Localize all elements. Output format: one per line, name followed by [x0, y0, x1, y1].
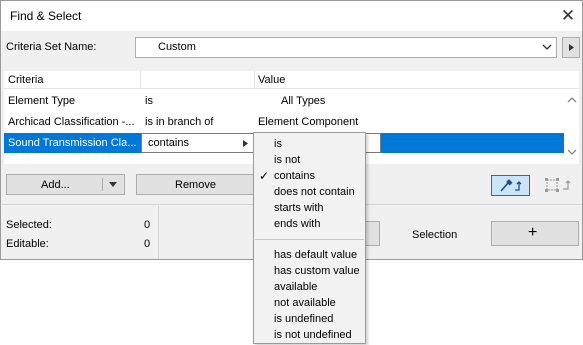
- column-divider[interactable]: [254, 71, 255, 89]
- menu-separator: [255, 239, 364, 240]
- table-row[interactable]: Archicad Classification -... is in branc…: [4, 112, 564, 132]
- row-criteria: Element Type: [8, 95, 76, 107]
- menu-item-contains[interactable]: ✓ contains: [254, 169, 365, 185]
- editable-label: Editable:: [6, 238, 49, 250]
- operator-menu: is is not ✓ contains does not contain st…: [253, 132, 366, 344]
- pick-criteria-button[interactable]: [491, 175, 530, 196]
- menu-item-has-custom-value[interactable]: has custom value: [254, 264, 365, 280]
- divider: [158, 206, 159, 259]
- menu-item-not-available[interactable]: not available: [254, 296, 365, 312]
- menu-item-is-not-undefined[interactable]: is not undefined: [254, 328, 365, 344]
- row-operator[interactable]: is in branch of: [145, 116, 213, 128]
- title-bar: Find & Select ✕: [1, 1, 582, 31]
- add-button[interactable]: Add...: [6, 174, 125, 195]
- remove-button[interactable]: Remove: [136, 174, 255, 195]
- split-divider: [102, 178, 103, 191]
- menu-item-ends-with[interactable]: ends with: [254, 217, 365, 233]
- header-value: Value: [258, 74, 286, 86]
- operator-dropdown-value: contains: [148, 137, 189, 149]
- row-value[interactable]: All Types: [281, 95, 325, 107]
- row-criteria: Archicad Classification -...: [8, 116, 135, 128]
- menu-item-has-default-value[interactable]: has default value: [254, 248, 365, 264]
- criteria-set-value: Custom: [158, 41, 196, 53]
- column-divider[interactable]: [140, 71, 141, 89]
- selected-count: 0: [144, 219, 151, 231]
- menu-item-available[interactable]: available: [254, 280, 365, 296]
- criteria-set-menu-button[interactable]: [562, 37, 580, 58]
- remove-button-label: Remove: [175, 179, 216, 191]
- vertical-scrollbar[interactable]: [565, 90, 579, 164]
- criteria-set-dropdown[interactable]: Custom: [135, 37, 557, 58]
- row-criteria: Sound Transmission Cla...: [8, 137, 137, 149]
- row-value[interactable]: Element Component: [258, 116, 358, 128]
- menu-item-is[interactable]: is: [254, 137, 365, 153]
- add-to-selection-button[interactable]: +: [491, 221, 579, 246]
- menu-item-is-undefined[interactable]: is undefined: [254, 312, 365, 328]
- marquee-select-button[interactable]: [540, 175, 580, 196]
- grid-header: Criteria Value: [4, 71, 579, 89]
- selected-label: Selected:: [6, 219, 52, 231]
- dropdown-arrow-icon[interactable]: [107, 179, 119, 190]
- scroll-up-icon[interactable]: [565, 94, 579, 106]
- close-button[interactable]: ✕: [558, 6, 578, 26]
- chevron-right-icon: [243, 140, 248, 147]
- menu-item-starts-with[interactable]: starts with: [254, 201, 365, 217]
- menu-item-is-not[interactable]: is not: [254, 153, 365, 169]
- add-button-label: Add...: [41, 179, 70, 191]
- editable-count: 0: [144, 238, 151, 250]
- operator-dropdown[interactable]: contains: [141, 133, 255, 153]
- table-row[interactable]: Element Type is All Types: [4, 91, 564, 111]
- window-title: Find & Select: [10, 9, 82, 23]
- chevron-down-icon: [542, 44, 552, 50]
- menu-item-does-not-contain[interactable]: does not contain: [254, 185, 365, 201]
- selection-label: Selection: [412, 229, 458, 241]
- checkmark-icon: ✓: [259, 169, 270, 183]
- header-criteria: Criteria: [8, 74, 44, 86]
- marquee-icon: [545, 178, 571, 192]
- plus-icon: +: [528, 224, 538, 241]
- scroll-down-icon[interactable]: [565, 146, 579, 158]
- row-operator[interactable]: is: [145, 95, 153, 107]
- criteria-set-label: Criteria Set Name:: [6, 41, 97, 53]
- close-icon: ✕: [560, 6, 576, 25]
- eyedropper-icon: [500, 179, 522, 192]
- play-arrow-icon: [569, 44, 574, 51]
